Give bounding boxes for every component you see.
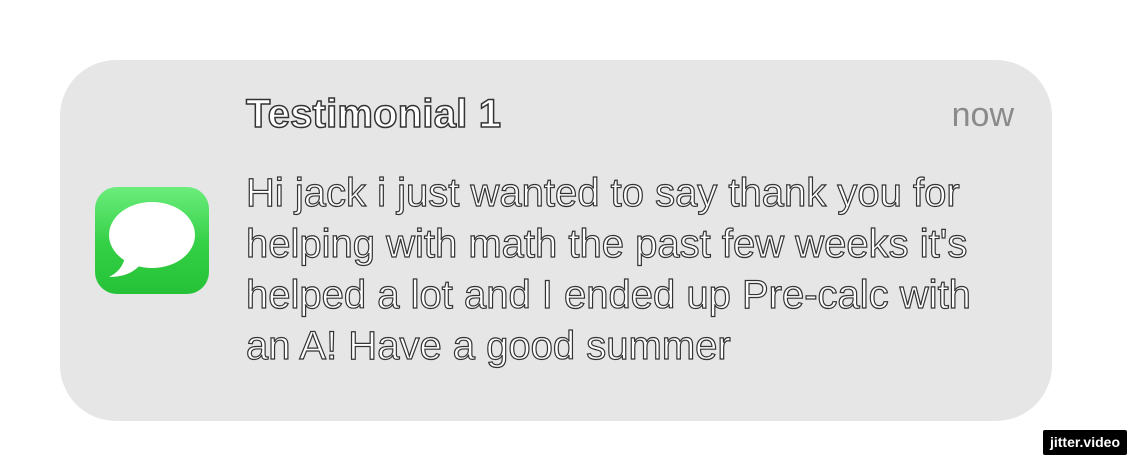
messages-app-icon (95, 187, 209, 294)
speech-bubble-icon (109, 202, 195, 277)
stage: Testimonial 1 now Hi jack i just wanted … (0, 0, 1138, 466)
notification-timestamp: now (951, 96, 1014, 134)
message-notification[interactable]: Testimonial 1 now Hi jack i just wanted … (60, 60, 1052, 421)
notification-message: Hi jack i just wanted to say thank you f… (245, 170, 971, 368)
notification-title: Testimonial 1 (245, 91, 502, 137)
watermark-badge[interactable]: jitter.video (1042, 430, 1127, 455)
